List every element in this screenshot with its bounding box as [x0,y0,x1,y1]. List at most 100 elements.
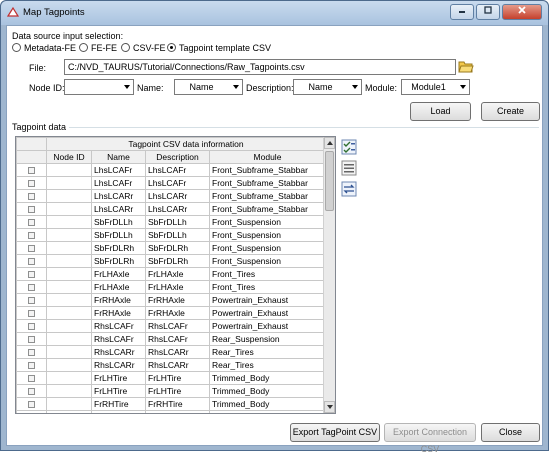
table-row[interactable]: SbFrDLRh SbFrDLRh Front_Suspension [16,254,326,268]
cell-description[interactable]: FrLHAxle [145,267,210,281]
module-combo[interactable]: Module1 [401,79,470,95]
cell-node-id[interactable] [46,241,92,255]
cell-node-id[interactable] [46,202,92,216]
row-checkbox[interactable] [28,349,35,357]
table-row[interactable]: FrLHAxle FrLHAxle Front_Tires [16,267,326,281]
cell-node-id[interactable] [46,176,92,190]
column-header-module[interactable]: Module [209,150,326,164]
row-checkbox[interactable] [28,167,35,175]
cell-name[interactable]: FrLHTire [91,384,146,398]
cell-name[interactable]: FrLHAxle [91,267,146,281]
list-icon[interactable] [341,160,357,176]
scroll-thumb[interactable] [325,151,334,211]
cell-node-id[interactable] [46,228,92,242]
row-checkbox[interactable] [28,245,35,253]
cell-module[interactable]: Front_Tires [209,267,326,281]
cell-node-id[interactable] [46,254,92,268]
cell-node-id[interactable] [46,319,92,333]
table-row[interactable]: FrRHTireFrRHTireTrimmed_Body [16,410,326,413]
cell-module[interactable]: Front_Subframe_Stabbar [209,176,326,190]
row-checkbox[interactable] [28,258,35,266]
cell-module[interactable]: Front_Suspension [209,215,326,229]
row-checkbox[interactable] [28,388,35,396]
cell-module[interactable]: Rear_Tires [209,358,326,372]
cell-module[interactable]: Powertrain_Exhaust [209,293,326,307]
cell-name[interactable]: RhsLCAFr [91,332,146,346]
table-row[interactable]: LhsLCARr LhsLCARr Front_Subframe_Stabbar [16,189,326,203]
radio-fe-fe[interactable] [79,43,88,52]
cell-node-id[interactable] [46,371,92,385]
table-row[interactable]: SbFrDLLh SbFrDLLh Front_Suspension [16,215,326,229]
cell-description[interactable]: SbFrDLLh [145,228,210,242]
cell-description[interactable]: FrRHTire [145,397,210,411]
cell-module[interactable]: Powertrain_Exhaust [209,306,326,320]
cell-node-id[interactable] [46,410,92,413]
table-row[interactable]: SbFrDLRh SbFrDLRh Front_Suspension [16,241,326,255]
row-checkbox[interactable] [28,284,35,292]
check-all-icon[interactable] [341,139,357,155]
cell-name[interactable]: FrRHTire [91,397,146,411]
row-checkbox[interactable] [28,362,35,370]
table-row[interactable]: SbFrDLLh SbFrDLLh Front_Suspension [16,228,326,242]
cell-module[interactable]: Trimmed_Body [209,397,326,411]
cell-node-id[interactable] [46,332,92,346]
cell-description[interactable]: FrLHTire [145,371,210,385]
cell-module[interactable]: Trimmed_Body [209,371,326,385]
node-id-combo[interactable] [64,79,134,95]
maximize-button[interactable] [476,4,500,20]
cell-node-id[interactable] [46,267,92,281]
column-header-description[interactable]: Description [145,150,210,164]
cell-description[interactable]: RhsLCAFr [145,332,210,346]
cell-node-id[interactable] [46,306,92,320]
cell-description[interactable]: SbFrDLLh [145,215,210,229]
cell-module[interactable]: Rear_Suspension [209,332,326,346]
row-checkbox[interactable] [28,401,35,409]
radio-csv-fe[interactable] [121,43,130,52]
close-button[interactable]: Close [481,423,540,442]
table-row[interactable]: FrLHAxle FrLHAxle Front_Tires [16,280,326,294]
cell-description[interactable]: LhsLCARr [145,202,210,216]
cell-description[interactable]: FrRHAxle [145,306,210,320]
cell-node-id[interactable] [46,358,92,372]
row-checkbox[interactable] [28,297,35,305]
radio-tagpoint-template-csv[interactable] [167,43,176,52]
table-row[interactable]: FrLHTire FrLHTire Trimmed_Body [16,384,326,398]
cell-description[interactable]: FrRHTire [145,410,210,413]
cell-description[interactable]: LhsLCAFr [145,176,210,190]
table-row[interactable]: FrRHAxle FrRHAxle Powertrain_Exhaust [16,293,326,307]
row-checkbox[interactable] [28,310,35,318]
table-row[interactable]: FrRHAxle FrRHAxle Powertrain_Exhaust [16,306,326,320]
cell-description[interactable]: RhsLCARr [145,358,210,372]
cell-module[interactable]: Front_Subframe_Stabbar [209,163,326,177]
table-row[interactable]: RhsLCAFr RhsLCAFr Powertrain_Exhaust [16,319,326,333]
column-header-node-id[interactable]: Node ID [46,150,92,164]
create-button[interactable]: Create [481,102,540,121]
cell-description[interactable]: RhsLCARr [145,345,210,359]
cell-module[interactable]: Front_Suspension [209,254,326,268]
minimize-button[interactable] [450,4,474,20]
tagpoint-table[interactable]: Tagpoint CSV data information Node ID Na… [15,136,336,414]
cell-node-id[interactable] [46,163,92,177]
cell-description[interactable]: SbFrDLRh [145,254,210,268]
cell-module[interactable]: Rear_Tires [209,345,326,359]
title-bar[interactable]: Map Tagpoints [1,1,548,25]
scroll-up-button[interactable] [324,137,335,149]
export-connection-csv-button[interactable]: Export Connection CSV [384,423,476,454]
row-checkbox[interactable] [28,193,35,201]
open-folder-icon[interactable] [458,59,474,74]
cell-name[interactable]: FrRHTire [91,410,146,413]
cell-name[interactable]: SbFrDLLh [91,215,146,229]
cell-name[interactable]: FrRHAxle [91,306,146,320]
cell-node-id[interactable] [46,293,92,307]
row-checkbox[interactable] [28,323,35,331]
cell-name[interactable]: LhsLCAFr [91,163,146,177]
cell-description[interactable]: SbFrDLRh [145,241,210,255]
cell-name[interactable]: SbFrDLRh [91,241,146,255]
name-combo[interactable]: Name [174,79,243,95]
cell-module[interactable]: Trimmed_Body [209,384,326,398]
table-row[interactable]: FrRHTireFrRHTireTrimmed_Body [16,397,326,411]
cell-name[interactable]: RhsLCARr [91,345,146,359]
row-checkbox[interactable] [28,206,35,214]
table-row[interactable]: RhsLCARr RhsLCARr Rear_Tires [16,358,326,372]
vertical-scrollbar[interactable] [323,137,335,413]
